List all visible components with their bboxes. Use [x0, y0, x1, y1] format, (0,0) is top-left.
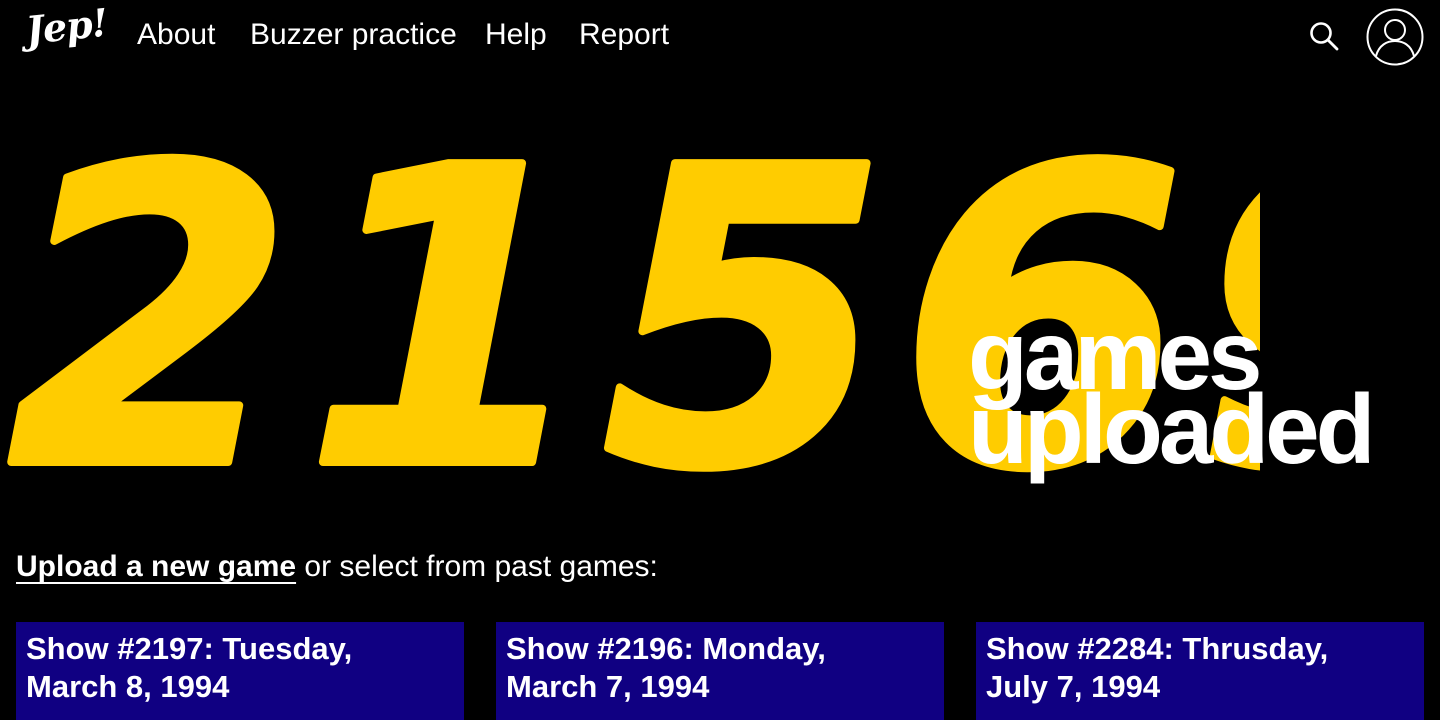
top-navbar: Jep! About Buzzer practice Help Report [0, 0, 1440, 76]
nav-report[interactable]: Report [579, 18, 669, 52]
game-card-date: March 8, 1994 [26, 669, 230, 704]
site-logo[interactable]: Jep! [24, 0, 110, 53]
game-card-title: Show #2196: Monday, [506, 631, 826, 666]
games-uploaded-caption: games uploaded [968, 306, 1376, 484]
nav-help[interactable]: Help [485, 18, 547, 52]
game-card-title: Show #2284: Thrusday, [986, 631, 1329, 666]
user-avatar-icon[interactable] [1366, 8, 1424, 66]
upload-suffix-text: or select from past games: [304, 550, 658, 583]
nav-about[interactable]: About [137, 18, 215, 52]
game-card[interactable]: Show #2197: Tuesday, March 8, 1994 [16, 622, 464, 720]
page: Jep! About Buzzer practice Help Report 2… [0, 0, 1440, 720]
game-card[interactable]: Show #2284: Thrusday, July 7, 1994 [976, 622, 1424, 720]
caption-line-uploaded: uploaded [968, 374, 1376, 484]
game-card[interactable]: Show #2196: Monday, March 7, 1994 [496, 622, 944, 720]
nav-buzzer-practice[interactable]: Buzzer practice [250, 18, 457, 52]
game-card-date: July 7, 1994 [986, 669, 1161, 704]
search-icon[interactable] [1308, 20, 1340, 52]
game-card-title: Show #2197: Tuesday, [26, 631, 353, 666]
game-card-date: March 7, 1994 [506, 669, 710, 704]
upload-prompt: Upload a new game or select from past ga… [16, 550, 658, 584]
upload-new-game-link[interactable]: Upload a new game [16, 550, 296, 583]
